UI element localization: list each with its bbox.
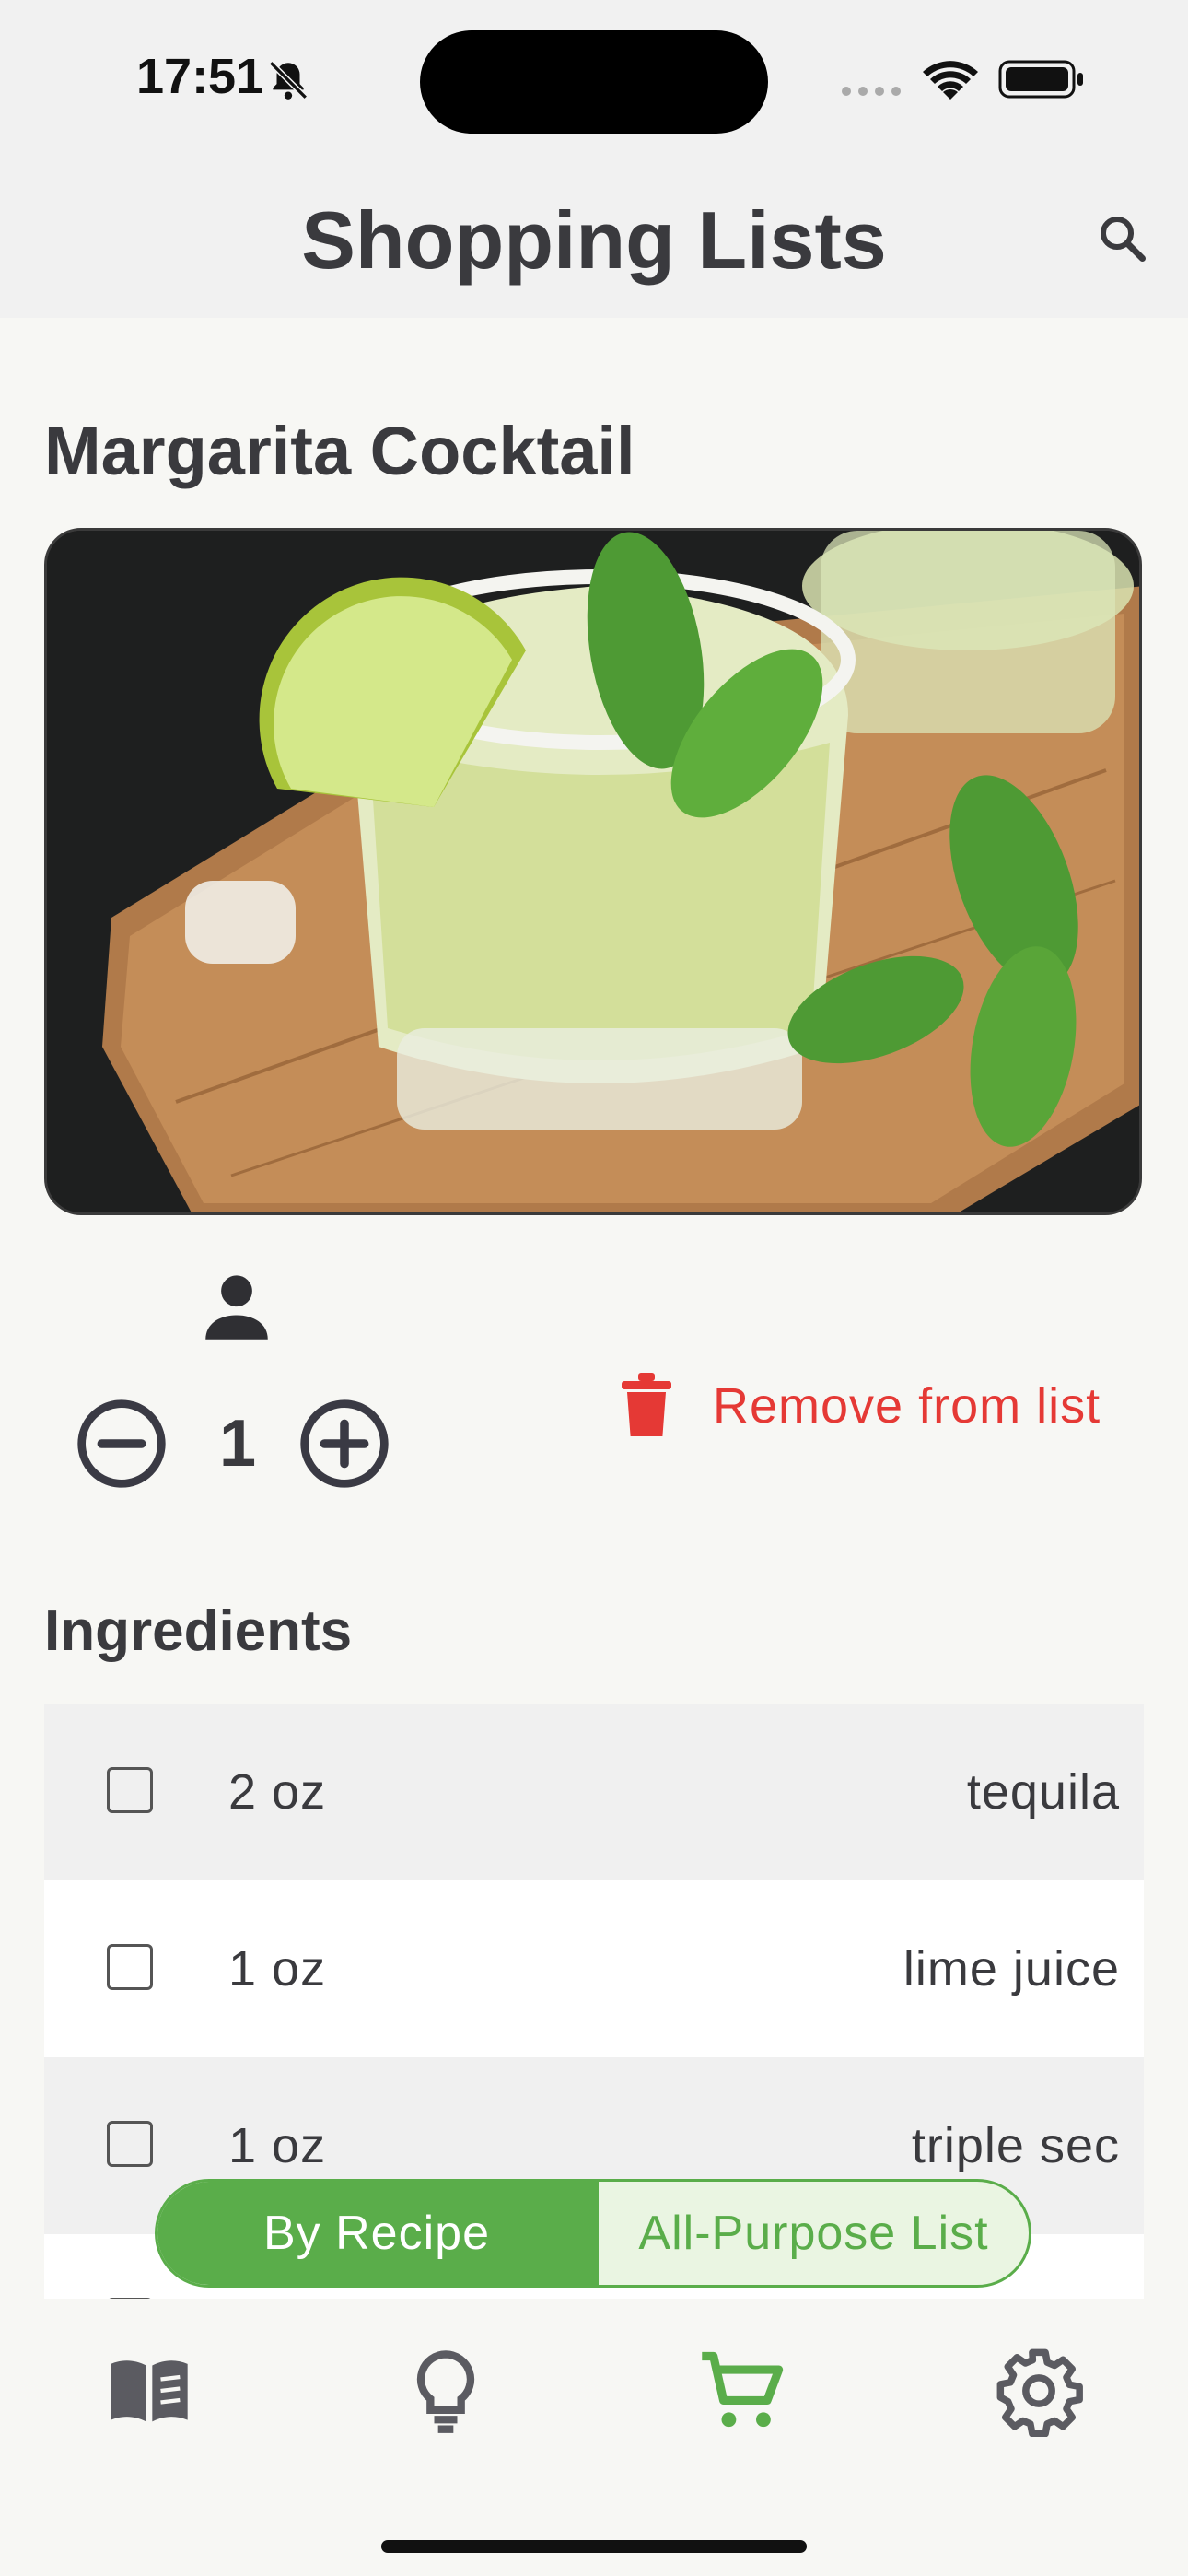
remove-from-list-button[interactable]: Remove from list — [619, 1368, 1101, 1444]
status-time: 17:51 — [136, 49, 264, 104]
search-icon[interactable] — [1094, 210, 1149, 265]
app-header: Shopping Lists — [0, 157, 1188, 318]
ingredient-quantity: 2 oz — [228, 1764, 327, 1820]
servings-count: 1 — [218, 1407, 257, 1481]
shopping-cart-icon — [702, 2351, 784, 2428]
page-title: Shopping Lists — [301, 194, 887, 286]
home-indicator — [381, 2540, 807, 2553]
wifi-icon — [923, 61, 978, 100]
recipe-image — [44, 528, 1142, 1215]
tab-recipes[interactable] — [103, 2345, 195, 2437]
segment-all-purpose-list[interactable]: All-Purpose List — [596, 2182, 1029, 2285]
ingredient-checkbox[interactable] — [107, 2121, 153, 2167]
dynamic-island — [420, 30, 768, 134]
ingredient-name: lime juice — [903, 1941, 1120, 1996]
tab-shopping-lists[interactable] — [696, 2345, 788, 2437]
status-bar: 17:51 — [0, 0, 1188, 157]
ingredient-quantity: 1 oz — [228, 1941, 327, 1996]
segment-by-recipe[interactable]: By Recipe — [157, 2182, 596, 2285]
list-mode-segmented-control: By Recipe All-Purpose List — [155, 2179, 1031, 2288]
tab-settings[interactable] — [993, 2345, 1085, 2438]
gear-icon — [996, 2348, 1083, 2438]
trash-icon — [622, 1373, 671, 1436]
recipe-book-icon — [111, 2360, 188, 2422]
person-icon — [205, 1275, 268, 1340]
ingredients-heading: Ingredients — [44, 1599, 353, 1663]
shopping-list-content[interactable]: Margarita Cocktail 1 Remove from list In… — [0, 318, 1188, 2299]
ingredient-checkbox[interactable] — [107, 1767, 153, 1813]
tab-ideas[interactable] — [400, 2345, 492, 2437]
decrease-servings-button[interactable] — [74, 1396, 169, 1492]
battery-icon — [998, 60, 1083, 99]
tab-bar — [0, 2299, 1188, 2576]
servings-control: 1 — [44, 1267, 431, 1497]
increase-servings-button[interactable] — [297, 1396, 392, 1492]
ingredient-checkbox[interactable] — [107, 1944, 153, 1990]
recipe-title: Margarita Cocktail — [44, 413, 635, 489]
lightbulb-icon — [416, 2350, 475, 2433]
ingredient-row[interactable]: 1 oz lime juice — [44, 1880, 1144, 2057]
bell-muted-icon — [269, 61, 308, 100]
ingredient-row[interactable]: 2 oz tequila — [44, 1704, 1144, 1880]
remove-from-list-label: Remove from list — [713, 1378, 1101, 1434]
ingredient-name: tequila — [966, 1764, 1120, 1820]
cellular-signal-icon — [842, 87, 901, 96]
